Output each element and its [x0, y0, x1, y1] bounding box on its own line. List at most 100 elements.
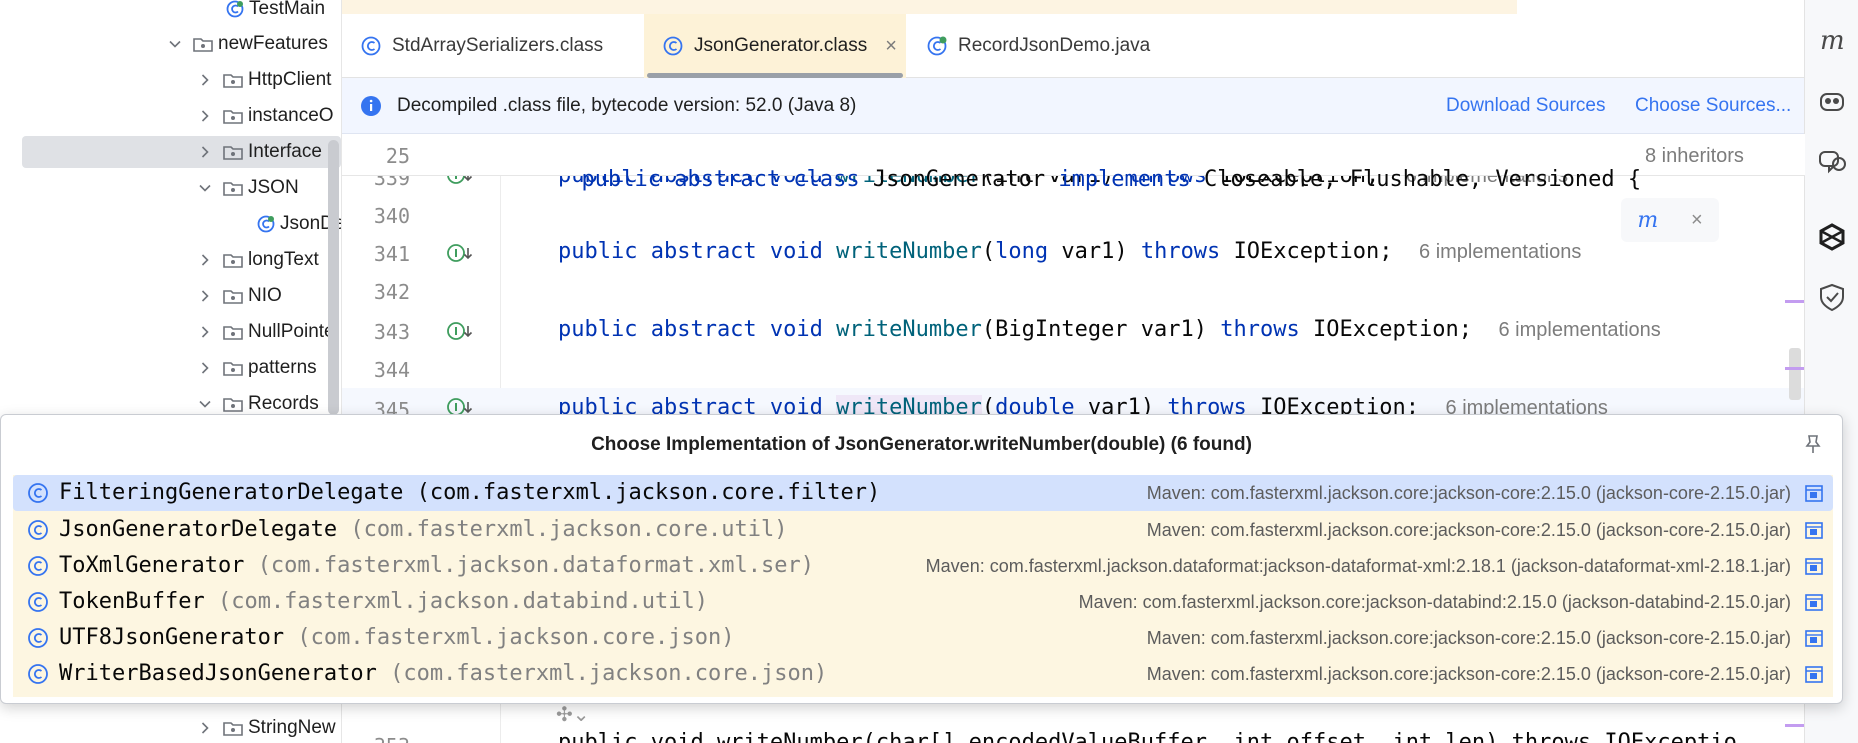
class-icon	[225, 0, 245, 19]
editor-scrollbar[interactable]	[1789, 348, 1801, 400]
close-icon[interactable]: ×	[885, 35, 897, 58]
line-number: 353	[342, 734, 410, 743]
tree-item[interactable]: longText	[0, 244, 341, 276]
chevron-right-icon[interactable]	[198, 325, 212, 339]
tree-item[interactable]: StringNew	[0, 712, 341, 743]
code-args: var1)	[1048, 239, 1128, 264]
chevron-right-icon[interactable]	[198, 73, 212, 87]
implemented-method-icon[interactable]	[446, 320, 476, 342]
tree-item[interactable]: HttpClient	[0, 64, 341, 96]
sticky-header-line[interactable]: 25 public abstract class JsonGenerator i…	[342, 134, 1805, 192]
info-icon	[361, 96, 381, 116]
code-line[interactable]: 353 public void writeNumber(char[] encod…	[342, 726, 1805, 743]
code-text: Closeable, Flushable, Versioned {	[1204, 167, 1642, 192]
folder-icon	[222, 179, 244, 197]
inheritors-hint[interactable]: 8 inheritors	[1645, 145, 1744, 168]
class-file-icon	[662, 35, 684, 57]
tree-item[interactable]: TestMain	[0, 0, 341, 25]
folder-icon	[222, 719, 244, 737]
chevron-right-icon[interactable]	[198, 361, 212, 375]
implementation-library: Maven: com.fasterxml.jackson.core:jackso…	[1146, 628, 1791, 648]
implementation-package: (com.fasterxml.jackson.core.json)	[297, 625, 735, 650]
folder-icon	[222, 395, 244, 413]
tree-item[interactable]: instanceO	[0, 100, 341, 132]
class-icon	[28, 628, 48, 648]
implementation-row[interactable]: JsonGeneratorDelegate (com.fasterxml.jac…	[13, 512, 1833, 548]
tree-item[interactable]: patterns	[0, 352, 341, 384]
tree-item-label: instanceO	[248, 105, 334, 126]
tree-item-label: JSON	[248, 177, 299, 198]
tab-jsongenerator[interactable]: JsonGenerator.class ×	[644, 14, 906, 78]
tree-item[interactable]: JSON	[0, 172, 341, 204]
choose-sources-link[interactable]: Choose Sources...	[1635, 95, 1791, 117]
code-line[interactable]: 343 public abstract void writeNumber(Big…	[342, 312, 1805, 350]
code-keyword: public abstract void	[558, 239, 823, 264]
tab-label: JsonGenerator.class	[694, 35, 868, 56]
implemented-method-icon[interactable]	[446, 242, 476, 264]
tab-recordjsondemo[interactable]: RecordJsonDemo.java	[908, 14, 1168, 78]
tree-item[interactable]: NullPointe	[0, 316, 341, 348]
implementation-name: FilteringGeneratorDelegate	[59, 480, 404, 505]
line-number: 25	[385, 144, 410, 168]
chevron-right-icon[interactable]	[198, 721, 212, 735]
folder-icon	[222, 143, 244, 161]
scroll-marker[interactable]	[1785, 367, 1805, 370]
line-number: 342	[373, 280, 410, 304]
tree-item[interactable]: NIO	[0, 280, 341, 312]
tree-item-selected[interactable]: Interface	[22, 136, 341, 168]
download-sources-link[interactable]: Download Sources	[1446, 95, 1605, 117]
chat-icon[interactable]	[1817, 146, 1847, 176]
tree-item-label: Interface	[248, 141, 322, 162]
folder-icon	[222, 323, 244, 341]
implementation-row[interactable]: TokenBuffer (com.fasterxml.jackson.datab…	[13, 584, 1833, 620]
chevron-down-icon[interactable]	[168, 37, 182, 51]
library-jar-icon	[1805, 666, 1823, 683]
close-icon[interactable]: ×	[1691, 209, 1703, 232]
line-number: 343	[373, 320, 410, 344]
folder-icon	[192, 35, 214, 53]
copilot-icon[interactable]	[1817, 86, 1847, 116]
chevron-right-icon[interactable]	[198, 109, 212, 123]
svg-text:m: m	[1820, 26, 1845, 56]
implementation-package: (com.fasterxml.jackson.core.util)	[350, 517, 788, 542]
implementation-row[interactable]: UTF8JsonGenerator (com.fasterxml.jackson…	[13, 620, 1833, 656]
implementation-row[interactable]: ToXmlGenerator (com.fasterxml.jackson.da…	[13, 548, 1833, 584]
implementation-row-selected[interactable]: FilteringGeneratorDelegate (com.fasterxm…	[13, 475, 1833, 511]
folder-icon	[222, 251, 244, 269]
tree-item-newfeatures[interactable]: newFeatures	[0, 28, 341, 60]
code-exception: IOException;	[1313, 317, 1472, 342]
ai-assistant-icon[interactable]	[1817, 222, 1847, 252]
scroll-marker[interactable]	[1785, 300, 1805, 303]
implementations-hint[interactable]: 6 implementations	[1498, 319, 1660, 341]
tab-stdarrayserializers[interactable]: StdArraySerializers.class	[342, 14, 642, 78]
chevron-right-icon[interactable]	[198, 253, 212, 267]
implementation-library: Maven: com.fasterxml.jackson.core:jackso…	[1078, 592, 1791, 612]
pin-icon[interactable]	[1802, 433, 1824, 455]
code-line[interactable]: 344	[342, 350, 1805, 388]
class-icon	[28, 520, 48, 540]
maven-icon[interactable]: m	[1817, 26, 1847, 56]
class-icon	[28, 556, 48, 576]
chevron-right-icon[interactable]	[198, 145, 212, 159]
popup-title: Choose Implementation of JsonGenerator.w…	[591, 434, 1252, 455]
security-shield-icon[interactable]	[1817, 282, 1847, 312]
code-method-name: writeNumber	[836, 239, 982, 264]
implementation-row[interactable]: WriterBasedJsonGenerator (com.fasterxml.…	[13, 656, 1833, 692]
ai-assistant-icon[interactable]: ✣⌄	[556, 702, 590, 727]
implementations-hint[interactable]: 6 implementations	[1419, 241, 1581, 263]
code-line[interactable]: 341 public abstract void writeNumber(lon…	[342, 234, 1805, 272]
tree-scrollbar[interactable]	[328, 140, 339, 415]
code-keyword: public abstract void	[558, 317, 823, 342]
implementation-package: (com.fasterxml.jackson.databind.util)	[217, 589, 709, 614]
code-line[interactable]: 342	[342, 272, 1805, 310]
tree-item-label: longText	[248, 249, 319, 270]
line-number: 340	[373, 204, 410, 228]
chevron-down-icon[interactable]	[198, 181, 212, 195]
tree-item[interactable]: JsonDe	[0, 208, 341, 240]
implementation-name: JsonGeneratorDelegate	[59, 517, 338, 542]
line-number: 344	[373, 358, 410, 382]
tree-item-label: patterns	[248, 357, 317, 378]
chevron-right-icon[interactable]	[198, 289, 212, 303]
class-icon	[28, 664, 48, 684]
chevron-down-icon[interactable]	[198, 397, 212, 411]
